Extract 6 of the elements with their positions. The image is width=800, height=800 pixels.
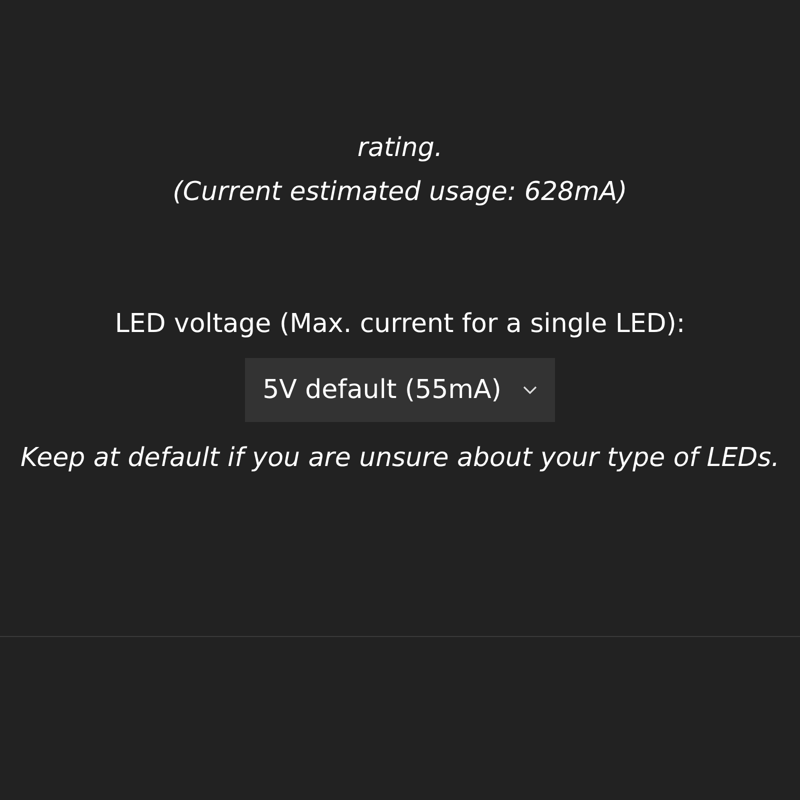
hint-text: Keep at default if you are unsure about your type of LEDs.	[20, 442, 780, 475]
voltage-select[interactable]: 5V default (55mA)	[244, 358, 556, 422]
voltage-label: LED voltage (Max. current for a single LED):	[114, 308, 686, 341]
rating-text: rating.	[357, 132, 443, 165]
chevron-down-icon	[523, 386, 538, 394]
usage-note: (Current estimated usage: 628mA)	[172, 176, 628, 209]
